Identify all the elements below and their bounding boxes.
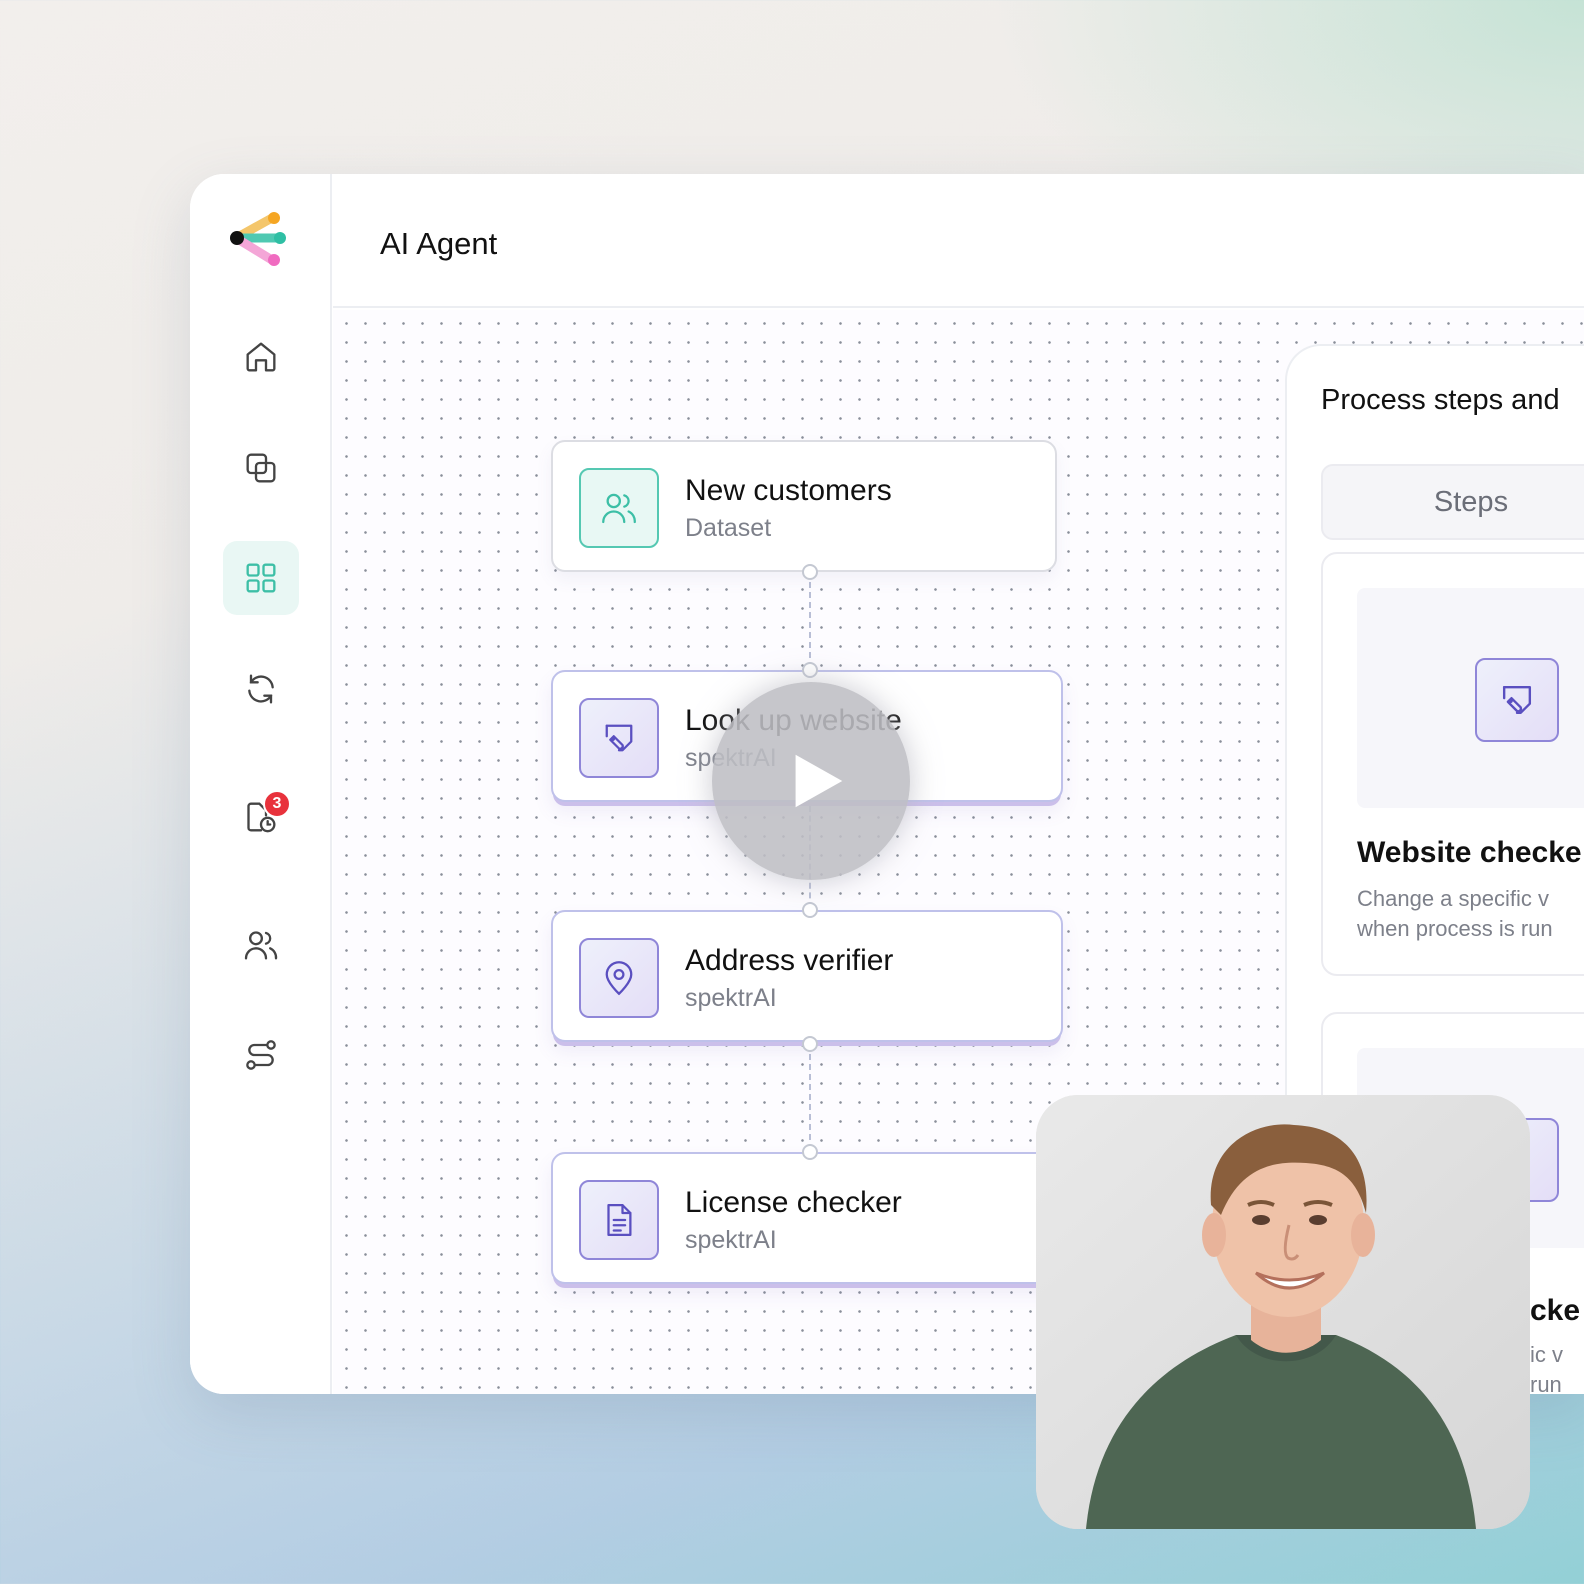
topbar: AI Agent xyxy=(333,174,1584,308)
nav-scheduled[interactable]: 3 xyxy=(223,780,299,854)
step-description-line: run xyxy=(1530,1372,1562,1397)
node-title: License checker xyxy=(685,1186,902,1219)
notification-badge: 3 xyxy=(263,790,291,818)
page-title: AI Agent xyxy=(380,226,498,261)
copy-icon xyxy=(246,453,276,483)
presenter-video[interactable] xyxy=(1036,1095,1530,1529)
step-description: ic v run xyxy=(1530,1340,1563,1400)
flow-node[interactable]: New customers Dataset xyxy=(551,440,1057,572)
tab-steps[interactable]: Steps xyxy=(1321,464,1584,540)
users-icon xyxy=(244,931,278,960)
nav-users[interactable] xyxy=(223,908,299,982)
connector-line xyxy=(809,572,811,668)
node-icon-box xyxy=(579,698,659,778)
connector-handle[interactable] xyxy=(802,1144,818,1160)
play-button[interactable] xyxy=(712,682,910,880)
step-description: Change a specific v when process is run xyxy=(1357,884,1553,944)
play-icon xyxy=(795,754,843,808)
node-title: New customers xyxy=(685,474,892,507)
flow-node[interactable]: Address verifier spektrAI xyxy=(551,910,1063,1042)
home-icon xyxy=(246,342,276,372)
nav-workflows[interactable] xyxy=(223,1018,299,1092)
document-icon xyxy=(607,1203,632,1237)
nav-sync[interactable] xyxy=(223,652,299,726)
presenter-avatar xyxy=(1036,1095,1530,1529)
sidebar: 3 xyxy=(190,174,332,1394)
node-icon-box xyxy=(579,938,659,1018)
map-pin-icon xyxy=(605,961,633,996)
panel-title: Process steps and xyxy=(1321,384,1560,416)
connector-handle[interactable] xyxy=(802,902,818,918)
grid-icon xyxy=(246,563,276,593)
refresh-icon xyxy=(248,674,274,704)
step-icon-box xyxy=(1475,658,1559,742)
node-title: Address verifier xyxy=(685,944,894,977)
app-logo xyxy=(230,212,286,266)
step-card[interactable]: Website checke Change a specific v when … xyxy=(1321,552,1584,976)
connector-handle[interactable] xyxy=(802,564,818,580)
tag-icon xyxy=(1502,685,1532,715)
flow-node[interactable]: License checker spektrAI xyxy=(551,1152,1063,1284)
node-icon-box xyxy=(579,468,659,548)
route-icon xyxy=(246,1040,276,1070)
step-description-line: Change a specific v xyxy=(1357,886,1549,911)
connector-line xyxy=(809,1044,811,1150)
connector-handle[interactable] xyxy=(802,662,818,678)
step-description-line: when process is run xyxy=(1357,916,1553,941)
step-preview xyxy=(1357,588,1584,808)
nav-home[interactable] xyxy=(223,320,299,394)
node-subtitle: spektrAI xyxy=(685,1226,777,1254)
nav-layers[interactable] xyxy=(223,431,299,505)
nav-dashboard[interactable] xyxy=(223,541,299,615)
step-title: cke xyxy=(1530,1294,1581,1327)
step-description-line: ic v xyxy=(1530,1342,1563,1367)
step-title: Website checke xyxy=(1357,836,1582,869)
node-subtitle: spektrAI xyxy=(685,984,777,1012)
node-icon-box xyxy=(579,1180,659,1260)
tag-icon xyxy=(605,724,633,752)
connector-handle[interactable] xyxy=(802,1036,818,1052)
node-subtitle: Dataset xyxy=(685,514,772,542)
users-icon xyxy=(602,493,636,524)
